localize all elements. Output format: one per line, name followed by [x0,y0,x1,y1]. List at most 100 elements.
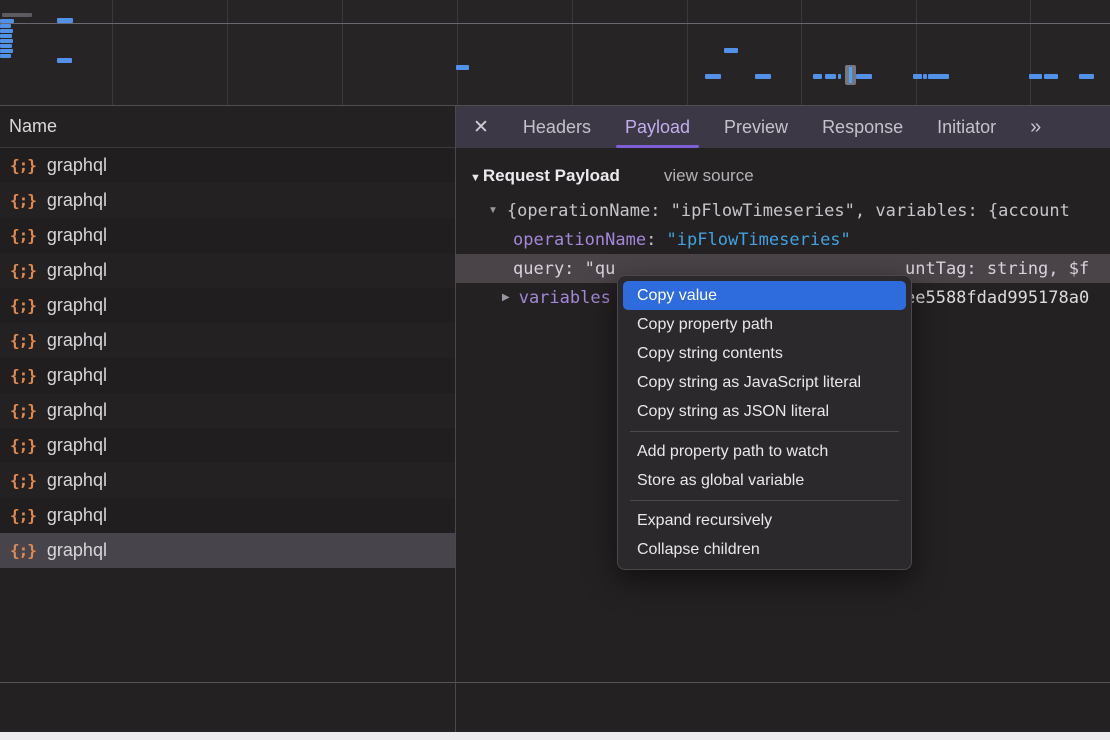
request-name-label: graphql [47,260,107,281]
request-timing-bar [1079,74,1094,79]
menu-item-copy-string-as-json-literal[interactable]: Copy string as JSON literal [618,397,911,426]
overview-gridline [572,0,573,105]
json-braces-icon: {;} [10,401,36,420]
overview-time-divider [0,23,1110,24]
menu-item-store-as-global-variable[interactable]: Store as global variable [618,466,911,495]
json-braces-icon: {;} [10,226,36,245]
tree-root-row[interactable]: ▼ {operationName: "ipFlowTimeseries", va… [456,196,1110,225]
request-name-label: graphql [47,330,107,351]
request-timing-bar [0,44,12,48]
json-braces-icon: {;} [10,331,36,350]
json-braces-icon: {;} [10,541,36,560]
request-timing-bar [1029,74,1042,79]
menu-separator [630,500,899,501]
devtools-network-panel: Name {;}graphql{;}graphql{;}graphql{;}gr… [0,0,1110,740]
request-name-label: graphql [47,505,107,526]
name-column-header[interactable]: Name [0,106,455,148]
overview-gridline [1030,0,1031,105]
request-timing-bar [456,65,469,70]
query-row-right-text: untTag: string, $f [905,254,1089,283]
request-timing-bar [856,74,872,79]
name-column-label: Name [9,116,57,137]
request-timing-bar [705,74,721,79]
menu-item-copy-property-path[interactable]: Copy property path [618,310,911,339]
request-name-label: graphql [47,190,107,211]
request-payload-section-header[interactable]: ▼ Request Payload view source [456,148,1110,186]
page-background-strip [0,732,1110,740]
request-row-graphql[interactable]: {;} graphql [0,428,455,463]
request-row-graphql[interactable]: {;}graphql [0,498,455,533]
request-name-label: graphql [47,400,107,421]
selected-request-marker [845,65,856,85]
request-timing-bar [0,49,13,53]
expanded-arrow-icon[interactable]: ▼ [488,205,498,216]
variables-row-right-text: ee5588fdad995178a0 [905,283,1089,312]
request-timing-bar [0,34,12,38]
request-name-label: graphql [47,295,107,316]
menu-item-expand-recursively[interactable]: Expand recursively [618,506,911,535]
overview-gridline [801,0,802,105]
overview-gridline [112,0,113,105]
request-timing-bar [928,74,949,79]
tab-response[interactable]: Response [822,106,903,148]
network-overview-timeline[interactable] [0,0,1110,106]
tree-operationname-row[interactable]: operationName: "ipFlowTimeseries" [456,225,1110,254]
tab-preview[interactable]: Preview [724,106,788,148]
json-braces-icon: {;} [10,366,36,385]
request-timing-bar [2,13,32,17]
request-timing-bar [0,24,11,28]
request-rows: {;} graphql {;} graphql {;} graphql {;} graphql… [0,148,455,568]
overview-gridline [687,0,688,105]
request-row-graphql[interactable]: {;} graphql [0,533,455,568]
section-title: Request Payload [483,166,620,186]
overview-gridline [916,0,917,105]
request-row-graphql[interactable]: {;}graphql [0,253,455,288]
menu-item-copy-string-as-javascript-literal[interactable]: Copy string as JavaScript literal [618,368,911,397]
overview-gridline [227,0,228,105]
menu-item-collapse-children[interactable]: Collapse children [618,535,911,564]
more-tabs-icon[interactable]: » [1030,116,1039,139]
request-name-label: graphql [47,225,107,246]
collapsed-arrow-icon[interactable]: ▶ [502,292,510,303]
overview-gridline [457,0,458,105]
request-row-graphql[interactable]: {;} graphql [0,323,455,358]
request-timing-bar [1044,74,1058,79]
json-braces-icon: {;} [10,436,36,455]
root-preview-text: {operationName: "ipFlowTimeseries", vari… [507,201,1070,221]
request-name-label: graphql [47,470,107,491]
request-timing-bar [0,19,14,23]
request-timing-bar [0,29,13,33]
request-timing-bar [724,48,738,53]
request-timing-bar [0,39,13,43]
json-braces-icon: {;} [10,296,36,315]
view-source-link[interactable]: view source [664,166,754,186]
tab-headers[interactable]: Headers [523,106,591,148]
query-row-left-text: query: "qu [513,259,615,279]
request-name-label: graphql [47,155,107,176]
request-timing-bar [825,74,836,79]
menu-item-add-property-path-to-watch[interactable]: Add property path to watch [618,437,911,466]
section-collapse-icon[interactable]: ▼ [470,172,481,184]
request-row-graphql[interactable]: {;} graphql [0,393,455,428]
request-row-graphql[interactable]: {;}graphql [0,148,455,183]
request-timing-bar [57,58,72,63]
request-row-graphql[interactable]: {;} graphql [0,358,455,393]
context-menu: Copy valueCopy property pathCopy string … [617,275,912,570]
summary-bar-divider [0,682,1110,683]
close-icon[interactable]: ✕ [473,116,489,139]
menu-item-copy-value[interactable]: Copy value [623,281,906,310]
request-timing-bar [57,18,73,23]
request-row-graphql[interactable]: {;}graphql [0,183,455,218]
request-timing-bar [923,74,927,79]
request-name-label: graphql [47,365,107,386]
request-row-graphql[interactable]: {;} graphql [0,218,455,253]
request-row-graphql[interactable]: {;}graphql [0,463,455,498]
tab-initiator[interactable]: Initiator [937,106,996,148]
request-name-label: graphql [47,435,107,456]
menu-item-copy-string-contents[interactable]: Copy string contents [618,339,911,368]
request-timing-bar [813,74,822,79]
request-name-label: graphql [47,540,107,561]
request-timing-bar [838,74,841,79]
request-row-graphql[interactable]: {;} graphql [0,288,455,323]
tab-payload[interactable]: Payload [625,106,690,148]
